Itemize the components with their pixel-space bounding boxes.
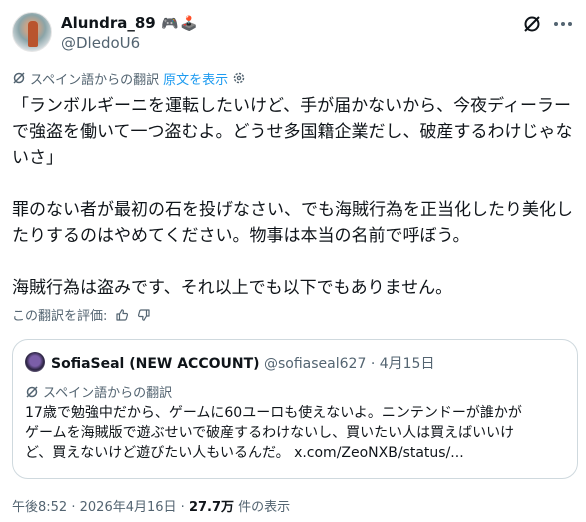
- quote-line-last: ど、買えないけど遊びたい人もいるんだ。 x.com/ZeoNXB/status/…: [25, 443, 573, 463]
- tweet-line: 海賊行為は盗みです、それ以上でも以下でもありません。: [12, 278, 453, 298]
- grok-icon[interactable]: [522, 14, 542, 34]
- tweet-text: 「ランボルギーニを運転したいけど、手が届かないから、今夜ディーラー で強盗を働い…: [12, 93, 578, 301]
- thumbs-up-icon[interactable]: [115, 308, 129, 322]
- translate-icon: [13, 72, 25, 84]
- quote-separator: ·: [370, 356, 376, 372]
- quote-text: 17歳で勉強中だから、ゲームに60ユーロも使えないよ。ニンテンドーが誰かが ゲー…: [25, 403, 573, 463]
- author-handle[interactable]: @DledoU6: [61, 34, 140, 52]
- quote-author-name[interactable]: SofiaSeal (NEW ACCOUNT): [51, 356, 260, 372]
- tweet-meta: 午後8:52 · 2026年4月16日 · 27.7万 件の表示: [12, 496, 290, 515]
- author-avatar[interactable]: [12, 12, 52, 52]
- meta-separator: ·: [71, 500, 76, 515]
- translation-row: スペイン語からの翻訳 原文を表示: [12, 69, 246, 88]
- quoted-tweet[interactable]: SofiaSeal (NEW ACCOUNT) @sofiaseal627 · …: [12, 339, 578, 479]
- gear-icon[interactable]: [232, 71, 246, 85]
- tweet-line: で強盗を働いて一つ盗むよ。どうせ多国籍企業だし、破産するわけじゃな: [12, 122, 573, 142]
- quote-author-handle[interactable]: @sofiaseal627: [264, 356, 366, 372]
- view-count[interactable]: 27.7万: [189, 500, 234, 515]
- translation-rating: この翻訳を評価:: [12, 305, 151, 324]
- tweet-line: いさ」: [12, 148, 63, 168]
- quote-translation-row: スペイン語からの翻訳: [25, 382, 172, 401]
- quote-line: ゲームを海賊版で遊ぶせいで破産するわけないし、買いたい人は買えばいいけ: [25, 425, 515, 441]
- tweet-header: Alundra_89 🎮🕹️ @DledoU6: [12, 10, 574, 54]
- quote-line: 17歳で勉強中だから、ゲームに60ユーロも使えないよ。ニンテンドーが誰かが: [25, 405, 522, 421]
- translation-label: スペイン語からの翻訳: [30, 72, 160, 88]
- more-icon[interactable]: [552, 14, 574, 34]
- quote-date[interactable]: 4月15日: [380, 356, 435, 372]
- author-display-name[interactable]: Alundra_89 🎮🕹️: [61, 14, 200, 32]
- rate-label: この翻訳を評価:: [12, 309, 108, 324]
- tweet-line: 「ランボルギーニを運転したいけど、手が届かないから、今夜ディーラー: [12, 96, 571, 116]
- quote-header: SofiaSeal (NEW ACCOUNT) @sofiaseal627 · …: [51, 353, 434, 373]
- quote-status-link[interactable]: x.com/ZeoNXB/status/...: [294, 445, 464, 461]
- meta-separator: ·: [180, 500, 185, 515]
- quote-translation-label: スペイン語からの翻訳: [43, 386, 173, 401]
- view-count-label: 件の表示: [238, 500, 291, 515]
- tweet-time[interactable]: 午後8:52: [12, 500, 67, 515]
- quote-author-avatar[interactable]: [25, 352, 45, 372]
- thumbs-down-icon[interactable]: [137, 308, 151, 322]
- show-original-link[interactable]: 原文を表示: [163, 69, 228, 88]
- tweet-line: たりするのはやめてください。物事は本当の名前で呼ぼう。: [12, 226, 470, 246]
- translate-icon: [26, 385, 38, 398]
- tweet-line: 罪のない者が最初の石を投げなさい、でも海賊行為を正当化したり美化し: [12, 200, 573, 220]
- tweet-date[interactable]: 2026年4月16日: [80, 500, 177, 515]
- author-name-emoji: 🎮🕹️: [160, 16, 200, 32]
- quote-line-text: ど、買えないけど遊びたい人もいるんだ。: [25, 445, 290, 461]
- author-name-text: Alundra_89: [61, 14, 156, 32]
